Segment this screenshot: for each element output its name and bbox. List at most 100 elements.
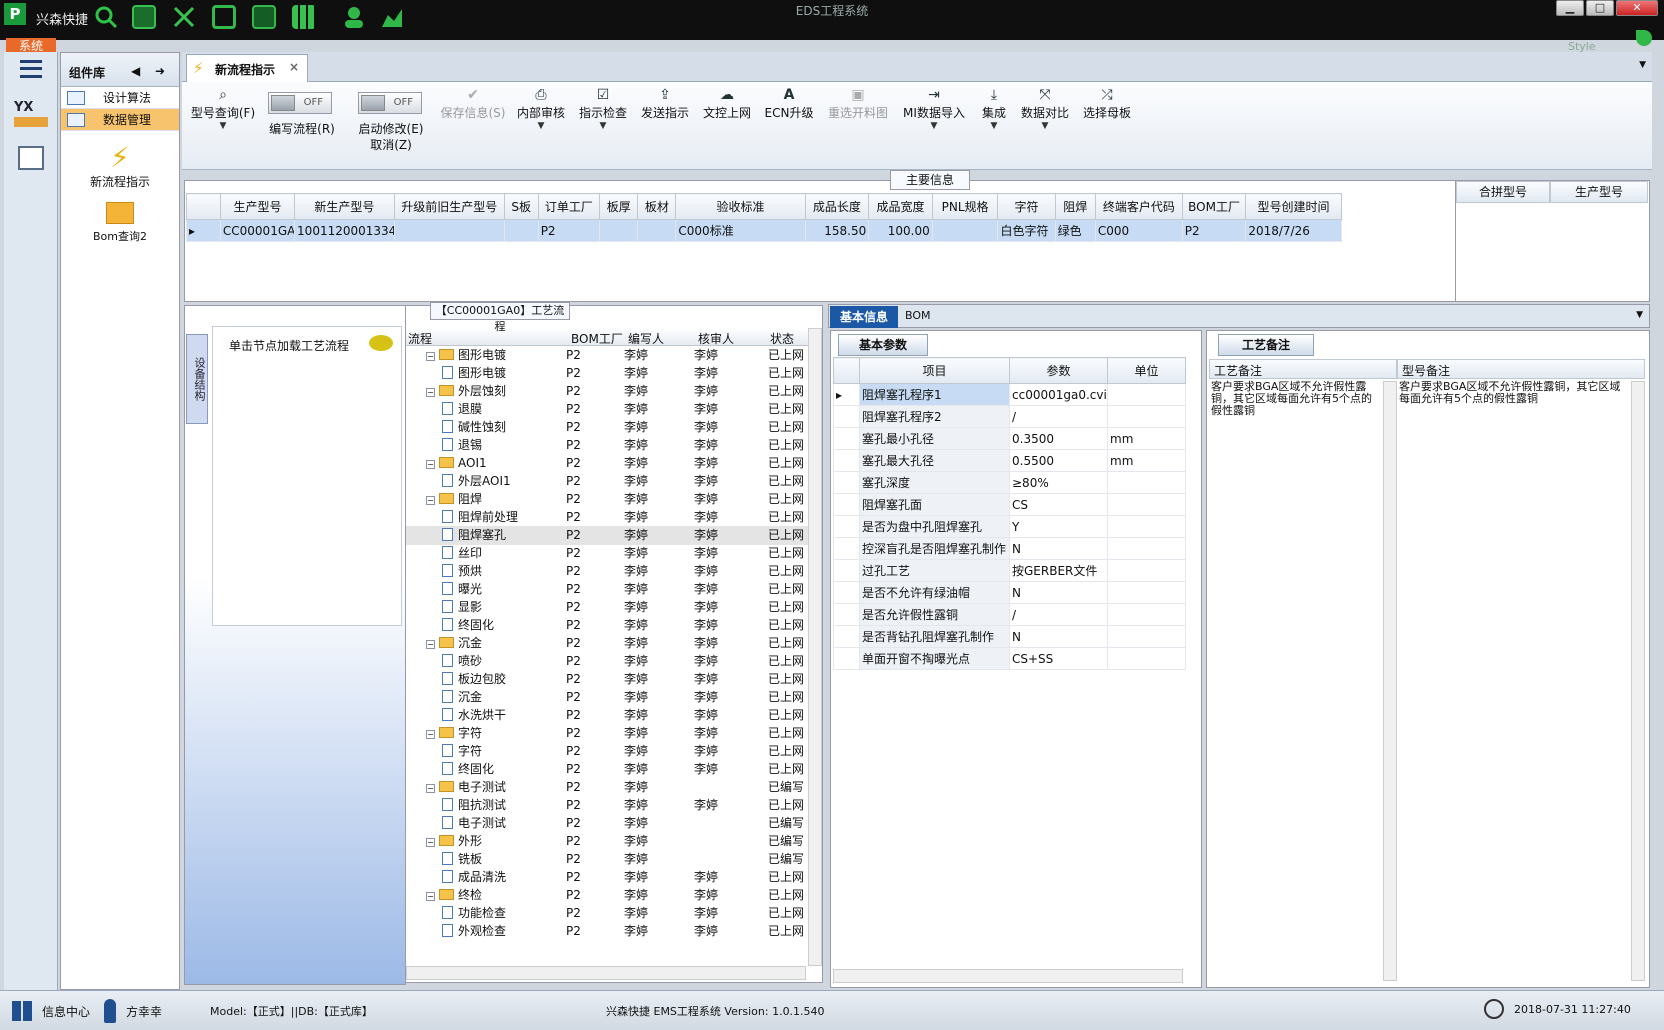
flow-row[interactable]: 外观检查 P2 李婷 李婷 已上网 — [406, 922, 808, 941]
main-info-col-header[interactable]: 阻焊 — [1054, 193, 1096, 220]
main-info-cell[interactable]: 158.50 — [804, 219, 870, 242]
collapse-icon[interactable]: − — [426, 460, 435, 469]
params-cell[interactable]: CS+SS — [1009, 647, 1108, 670]
model-query-button[interactable]: ⌕ 型号查询(F) ▼ — [190, 86, 256, 131]
main-info-cell[interactable] — [393, 219, 505, 242]
main-info-col-header[interactable]: 升级前旧生产型号 — [393, 193, 505, 220]
nav-item-data-management[interactable]: 数据管理 — [61, 109, 179, 131]
ecn-upgrade-button[interactable]: A ECN升级 — [760, 86, 818, 121]
production-model-col-header[interactable]: 生产型号 — [1550, 181, 1648, 203]
main-info-col-header[interactable]: 订单工厂 — [537, 193, 601, 220]
merge-col-header[interactable]: 合拼型号 — [1456, 181, 1550, 203]
params-row[interactable]: 阻焊塞孔面 CS — [833, 493, 1186, 516]
params-cell[interactable] — [1107, 493, 1186, 516]
main-info-cell[interactable]: C000标准 — [675, 219, 806, 242]
process-note-text[interactable]: 客户要求BGA区域不允许假性露铜，其它区域每面允许有5个点的假性露铜 — [1209, 381, 1385, 981]
main-info-cell[interactable] — [637, 219, 677, 242]
params-cell[interactable]: 是否为盘中孔阻焊塞孔 — [859, 515, 1010, 538]
flow-row[interactable]: 铣板 P2 李婷 已编写 — [406, 850, 808, 869]
flow-row[interactable]: 终固化 P2 李婷 李婷 已上网 — [406, 760, 808, 779]
flow-row[interactable]: 退锡 P2 李婷 李婷 已上网 — [406, 436, 808, 455]
collapse-icon[interactable]: − — [426, 496, 435, 505]
reselect-cut-button[interactable]: ▣ 重选开料图 — [822, 86, 894, 121]
main-info-col-header[interactable]: S板 — [503, 193, 539, 220]
flow-row[interactable]: − 图形电镀 P2 李婷 李婷 已上网 — [406, 346, 808, 365]
params-hscrollbar[interactable] — [833, 969, 1183, 983]
flow-node[interactable]: − 阻焊 — [426, 490, 482, 509]
main-info-col-header[interactable]: PNL规格 — [931, 193, 999, 220]
flow-node[interactable]: 终固化 — [442, 760, 494, 779]
params-row[interactable]: 是否为盘中孔阻焊塞孔 Y — [833, 515, 1186, 538]
params-cell[interactable]: 是否背钻孔阻焊塞孔制作 — [859, 625, 1010, 648]
flow-row[interactable]: − 电子测试 P2 李婷 已编写 — [406, 778, 808, 797]
params-row[interactable]: 是否背钻孔阻焊塞孔制作 N — [833, 625, 1186, 648]
doc-upload-button[interactable]: ☁ 文控上网 — [698, 86, 756, 121]
params-cell[interactable] — [1107, 559, 1186, 582]
flow-row[interactable]: − 字符 P2 李婷 李婷 已上网 — [406, 724, 808, 743]
flow-node[interactable]: 阻抗测试 — [442, 796, 506, 815]
flow-node[interactable]: 退膜 — [442, 400, 482, 419]
params-cell[interactable]: 阻焊塞孔程序2 — [859, 405, 1010, 428]
params-cell[interactable]: 阻焊塞孔面 — [859, 493, 1010, 516]
info-center-link[interactable]: 信息中心 — [42, 1003, 90, 1020]
flow-node[interactable]: 外层AOI1 — [442, 472, 511, 491]
maximize-button[interactable]: □ — [1586, 0, 1614, 16]
table-row[interactable]: ▸CC00001GA010011200013346 P2 C000标准158.501… — [186, 219, 1452, 242]
flow-row[interactable]: 显影 P2 李婷 李婷 已上网 — [406, 598, 808, 617]
flow-node[interactable]: − 外形 — [426, 832, 482, 851]
params-row[interactable]: 单面开窗不掏曝光点 CS+SS — [833, 647, 1186, 670]
params-cell[interactable]: N — [1009, 625, 1108, 648]
flow-row[interactable]: 外层AOI1 P2 李婷 李婷 已上网 — [406, 472, 808, 491]
collapse-icon[interactable]: − — [426, 388, 435, 397]
flow-node[interactable]: 水洗烘干 — [442, 706, 506, 725]
flow-row[interactable]: 碱性蚀刻 P2 李婷 李婷 已上网 — [406, 418, 808, 437]
params-cell[interactable]: 塞孔深度 — [859, 471, 1010, 494]
params-row[interactable]: 阻焊塞孔程序2/ — [833, 405, 1186, 428]
flow-node[interactable]: 外观检查 — [442, 922, 506, 941]
yx-logo-icon[interactable]: YX — [14, 100, 48, 132]
tab-dropdown-icon[interactable]: ▼ — [1639, 60, 1646, 70]
params-cell[interactable]: 按GERBER文件 — [1009, 559, 1108, 582]
flow-col-reviewer[interactable]: 核审人 — [698, 330, 734, 347]
flow-node[interactable]: 功能检查 — [442, 904, 506, 923]
params-row[interactable]: 是否不允许有绿油帽 N — [833, 581, 1186, 604]
close-button[interactable]: ✕ — [1616, 0, 1658, 16]
params-cell[interactable]: 是否允许假性露铜 — [859, 603, 1010, 626]
flow-row[interactable]: 电子测试 P2 李婷 已编写 — [406, 814, 808, 833]
flow-node[interactable]: − 图形电镀 — [426, 346, 506, 365]
main-info-cell[interactable]: 白色字符 — [997, 219, 1056, 242]
calendar-icon[interactable] — [18, 146, 44, 170]
flow-col-status[interactable]: 状态 — [770, 330, 794, 347]
collapse-icon[interactable]: − — [426, 784, 435, 793]
main-info-col-header[interactable]: 生产型号 — [219, 193, 296, 220]
instruction-check-button[interactable]: ☑ 指示检查 ▼ — [574, 86, 632, 131]
params-cell[interactable]: 阻焊塞孔程序1 — [859, 383, 1010, 406]
flow-node[interactable]: 图形电镀 — [442, 364, 506, 383]
flow-row[interactable]: − 外层蚀刻 P2 李婷 李婷 已上网 — [406, 382, 808, 401]
flow-node[interactable]: − 外层蚀刻 — [426, 382, 506, 401]
flow-row[interactable]: 水洗烘干 P2 李婷 李婷 已上网 — [406, 706, 808, 725]
flow-row[interactable]: 阻焊前处理 P2 李婷 李婷 已上网 — [406, 508, 808, 527]
flow-node[interactable]: 阻焊塞孔 — [442, 526, 506, 545]
params-row[interactable]: ▸ 阻焊塞孔程序1 cc00001ga0.cvia — [833, 383, 1186, 406]
main-info-cell[interactable] — [503, 219, 539, 242]
params-cell[interactable] — [1107, 383, 1186, 406]
internal-review-button[interactable]: ⎙ 内部审核 ▼ — [512, 86, 570, 131]
flow-row[interactable]: 阻抗测试 P2 李婷 李婷 已上网 — [406, 796, 808, 815]
flow-node[interactable]: 曝光 — [442, 580, 482, 599]
flow-row[interactable]: − AOI1 P2 李婷 李婷 已上网 — [406, 454, 808, 473]
params-cell[interactable] — [1107, 647, 1186, 670]
flow-col-factory[interactable]: BOM工厂 — [571, 330, 623, 347]
params-cell[interactable]: ≥80% — [1009, 471, 1108, 494]
flow-node[interactable]: 预烘 — [442, 562, 482, 581]
select-mother-board-button[interactable]: ⤮ 选择母板 — [1078, 86, 1136, 121]
main-info-cell[interactable]: 2018/7/26 — [1245, 219, 1342, 242]
model-note-text[interactable]: 客户要求BGA区域不允许假性露铜，其它区域每面允许有5个点的假性露铜 — [1397, 381, 1629, 981]
flow-row[interactable]: 阻焊塞孔 P2 李婷 李婷 已上网 — [406, 526, 808, 545]
main-info-cell[interactable]: CC00001GA0 — [219, 219, 296, 242]
collapse-icon[interactable]: − — [426, 730, 435, 739]
params-cell[interactable] — [1107, 581, 1186, 604]
flow-node[interactable]: − 终检 — [426, 886, 482, 905]
main-info-col-header[interactable]: 字符 — [997, 193, 1056, 220]
flow-node[interactable]: 铣板 — [442, 850, 482, 869]
